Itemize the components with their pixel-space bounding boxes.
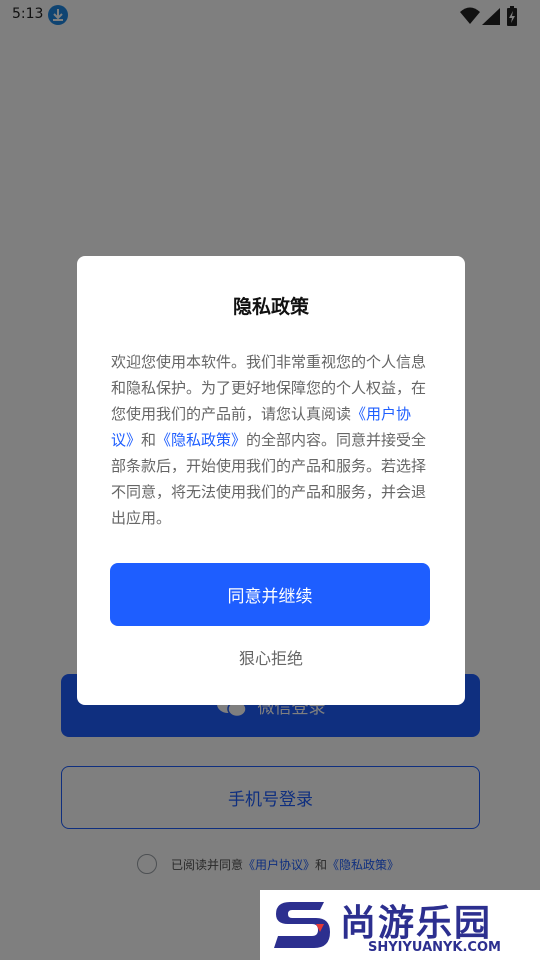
watermark: 尚游乐园 SHYIYUANYK.COM xyxy=(260,890,540,960)
dialog-body-and: 和 xyxy=(141,431,157,449)
reject-button[interactable]: 狠心拒绝 xyxy=(77,645,465,669)
watermark-title: 尚游乐园 xyxy=(340,903,493,944)
agree-continue-label: 同意并继续 xyxy=(227,587,313,607)
privacy-dialog: 隐私政策 欢迎您使用本软件。我们非常重视您的个人信息和隐私保护。为了更好地保障您… xyxy=(77,256,465,705)
dialog-title: 隐私政策 xyxy=(232,296,309,318)
dialog-body: 欢迎您使用本软件。我们非常重视您的个人信息和隐私保护。为了更好地保障您的个人权益… xyxy=(111,349,433,531)
watermark-subtitle: SHYIYUANYK.COM xyxy=(368,940,501,955)
agree-continue-button[interactable]: 同意并继续 xyxy=(110,563,430,626)
watermark-logo-icon xyxy=(272,896,332,958)
dialog-privacy-policy-link[interactable]: 《隐私政策》 xyxy=(156,431,246,449)
